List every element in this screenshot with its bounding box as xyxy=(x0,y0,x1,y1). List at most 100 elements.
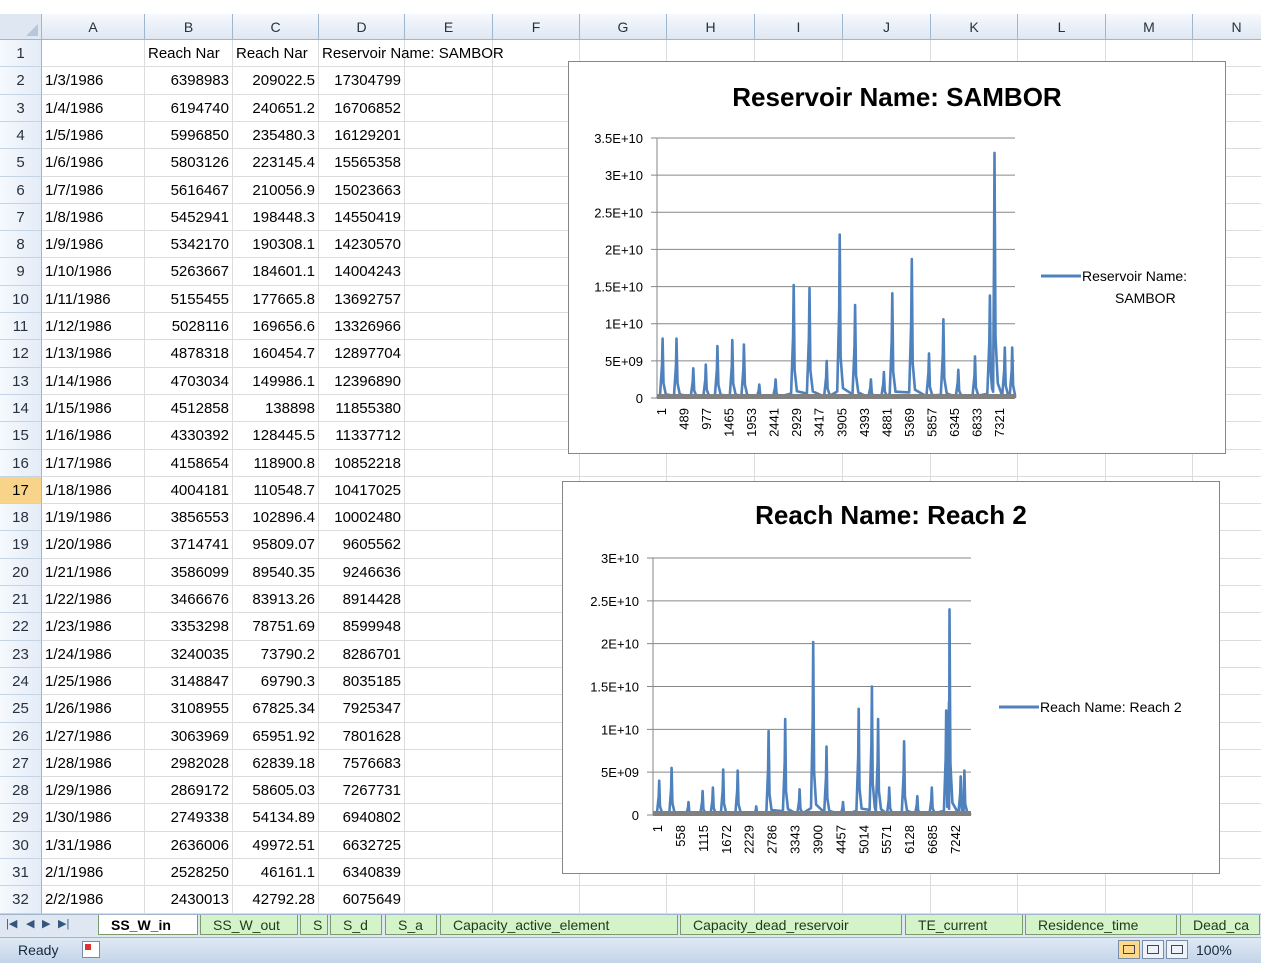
cell-d27[interactable]: 7576683 xyxy=(319,750,405,777)
cell-e11[interactable] xyxy=(405,313,493,340)
column-header-f[interactable]: F xyxy=(493,14,580,40)
cell-f2[interactable] xyxy=(493,67,580,95)
cell-f6[interactable] xyxy=(493,177,580,204)
cell-d1[interactable]: Reservoir Name: SAMBOR xyxy=(319,40,504,67)
row-header[interactable]: 28 xyxy=(0,777,42,804)
cell-a24[interactable]: 1/25/1986 xyxy=(42,668,145,695)
row-header[interactable]: 31 xyxy=(0,859,42,886)
cell-b28[interactable]: 2869172 xyxy=(145,777,233,804)
cell-d8[interactable]: 14230570 xyxy=(319,231,405,258)
cell-b29[interactable]: 2749338 xyxy=(145,804,233,832)
sheet-tab-te-current[interactable]: TE_current xyxy=(905,915,1023,935)
cell-c23[interactable]: 73790.2 xyxy=(233,641,319,668)
cell-b8[interactable]: 5342170 xyxy=(145,231,233,258)
cell-d9[interactable]: 14004243 xyxy=(319,258,405,286)
cell-c31[interactable]: 46161.1 xyxy=(233,859,319,886)
row-header[interactable]: 18 xyxy=(0,504,42,531)
next-sheet-icon[interactable]: ▶ xyxy=(42,917,50,930)
cell-b30[interactable]: 2636006 xyxy=(145,832,233,859)
cell-a27[interactable]: 1/28/1986 xyxy=(42,750,145,777)
cell-e17[interactable] xyxy=(405,477,493,504)
cell-a9[interactable]: 1/10/1986 xyxy=(42,258,145,286)
column-header-c[interactable]: C xyxy=(233,14,319,40)
cell-e32[interactable] xyxy=(405,886,493,914)
row-header[interactable]: 22 xyxy=(0,613,42,641)
cell-d16[interactable]: 10852218 xyxy=(319,450,405,477)
cell-b18[interactable]: 3856553 xyxy=(145,504,233,531)
cell-d4[interactable]: 16129201 xyxy=(319,122,405,149)
cell-c26[interactable]: 65951.92 xyxy=(233,723,319,750)
cell-b26[interactable]: 3063969 xyxy=(145,723,233,750)
macro-record-icon[interactable] xyxy=(82,941,100,958)
first-sheet-icon[interactable]: |◀ xyxy=(6,917,17,930)
sheet-tab-dead-ca[interactable]: Dead_ca xyxy=(1180,915,1260,935)
cell-b21[interactable]: 3466676 xyxy=(145,586,233,613)
cell-l16[interactable] xyxy=(1018,450,1106,477)
series-line[interactable] xyxy=(652,608,972,817)
cell-d7[interactable]: 14550419 xyxy=(319,204,405,231)
cell-d13[interactable]: 12396890 xyxy=(319,368,405,395)
cell-e5[interactable] xyxy=(405,149,493,177)
cell-d15[interactable]: 11337712 xyxy=(319,422,405,450)
cell-f9[interactable] xyxy=(493,258,580,286)
normal-view-icon[interactable] xyxy=(1118,940,1140,959)
cell-b12[interactable]: 4878318 xyxy=(145,340,233,368)
cell-a25[interactable]: 1/26/1986 xyxy=(42,695,145,723)
cell-f11[interactable] xyxy=(493,313,580,340)
cell-b19[interactable]: 3714741 xyxy=(145,531,233,559)
cell-c11[interactable]: 169656.6 xyxy=(233,313,319,340)
cell-b7[interactable]: 5452941 xyxy=(145,204,233,231)
column-header-b[interactable]: B xyxy=(145,14,233,40)
row-header[interactable]: 16 xyxy=(0,450,42,477)
cell-c19[interactable]: 95809.07 xyxy=(233,531,319,559)
page-break-preview-icon[interactable] xyxy=(1166,940,1188,959)
cell-e2[interactable] xyxy=(405,67,493,95)
cell-b31[interactable]: 2528250 xyxy=(145,859,233,886)
cell-e24[interactable] xyxy=(405,668,493,695)
cell-d6[interactable]: 15023663 xyxy=(319,177,405,204)
cell-e3[interactable] xyxy=(405,95,493,122)
cell-b23[interactable]: 3240035 xyxy=(145,641,233,668)
cell-a12[interactable]: 1/13/1986 xyxy=(42,340,145,368)
cell-f14[interactable] xyxy=(493,395,580,422)
cell-a11[interactable]: 1/12/1986 xyxy=(42,313,145,340)
sheet-tab-s-a[interactable]: S_a xyxy=(385,915,437,935)
sheet-tab-s[interactable]: S xyxy=(300,915,328,935)
cell-a5[interactable]: 1/6/1986 xyxy=(42,149,145,177)
cell-f7[interactable] xyxy=(493,204,580,231)
cell-d30[interactable]: 6632725 xyxy=(319,832,405,859)
cell-c21[interactable]: 83913.26 xyxy=(233,586,319,613)
row-header[interactable]: 27 xyxy=(0,750,42,777)
cell-f12[interactable] xyxy=(493,340,580,368)
row-header[interactable]: 29 xyxy=(0,804,42,832)
row-header[interactable]: 9 xyxy=(0,258,42,286)
column-header-j[interactable]: J xyxy=(843,14,931,40)
cell-d24[interactable]: 8035185 xyxy=(319,668,405,695)
row-header[interactable]: 10 xyxy=(0,286,42,313)
row-header[interactable]: 4 xyxy=(0,122,42,149)
cell-n16[interactable] xyxy=(1193,450,1261,477)
sheet-tab-s-d[interactable]: S_d xyxy=(330,915,382,935)
last-sheet-icon[interactable]: ▶| xyxy=(58,917,69,930)
column-header-i[interactable]: I xyxy=(755,14,843,40)
cell-d10[interactable]: 13692757 xyxy=(319,286,405,313)
cell-d31[interactable]: 6340839 xyxy=(319,859,405,886)
cell-d19[interactable]: 9605562 xyxy=(319,531,405,559)
cell-f8[interactable] xyxy=(493,231,580,258)
cell-d29[interactable]: 6940802 xyxy=(319,804,405,832)
cell-b2[interactable]: 6398983 xyxy=(145,67,233,95)
cell-a16[interactable]: 1/17/1986 xyxy=(42,450,145,477)
cell-a17[interactable]: 1/18/1986 xyxy=(42,477,145,504)
cell-f10[interactable] xyxy=(493,286,580,313)
page-layout-view-icon[interactable] xyxy=(1142,940,1164,959)
row-header[interactable]: 2 xyxy=(0,67,42,95)
cell-e18[interactable] xyxy=(405,504,493,531)
row-header[interactable]: 24 xyxy=(0,668,42,695)
cell-d26[interactable]: 7801628 xyxy=(319,723,405,750)
cell-e8[interactable] xyxy=(405,231,493,258)
cell-a8[interactable]: 1/9/1986 xyxy=(42,231,145,258)
cell-a20[interactable]: 1/21/1986 xyxy=(42,559,145,586)
cell-b1[interactable]: Reach Nar xyxy=(145,40,233,67)
cell-e14[interactable] xyxy=(405,395,493,422)
cell-c22[interactable]: 78751.69 xyxy=(233,613,319,641)
